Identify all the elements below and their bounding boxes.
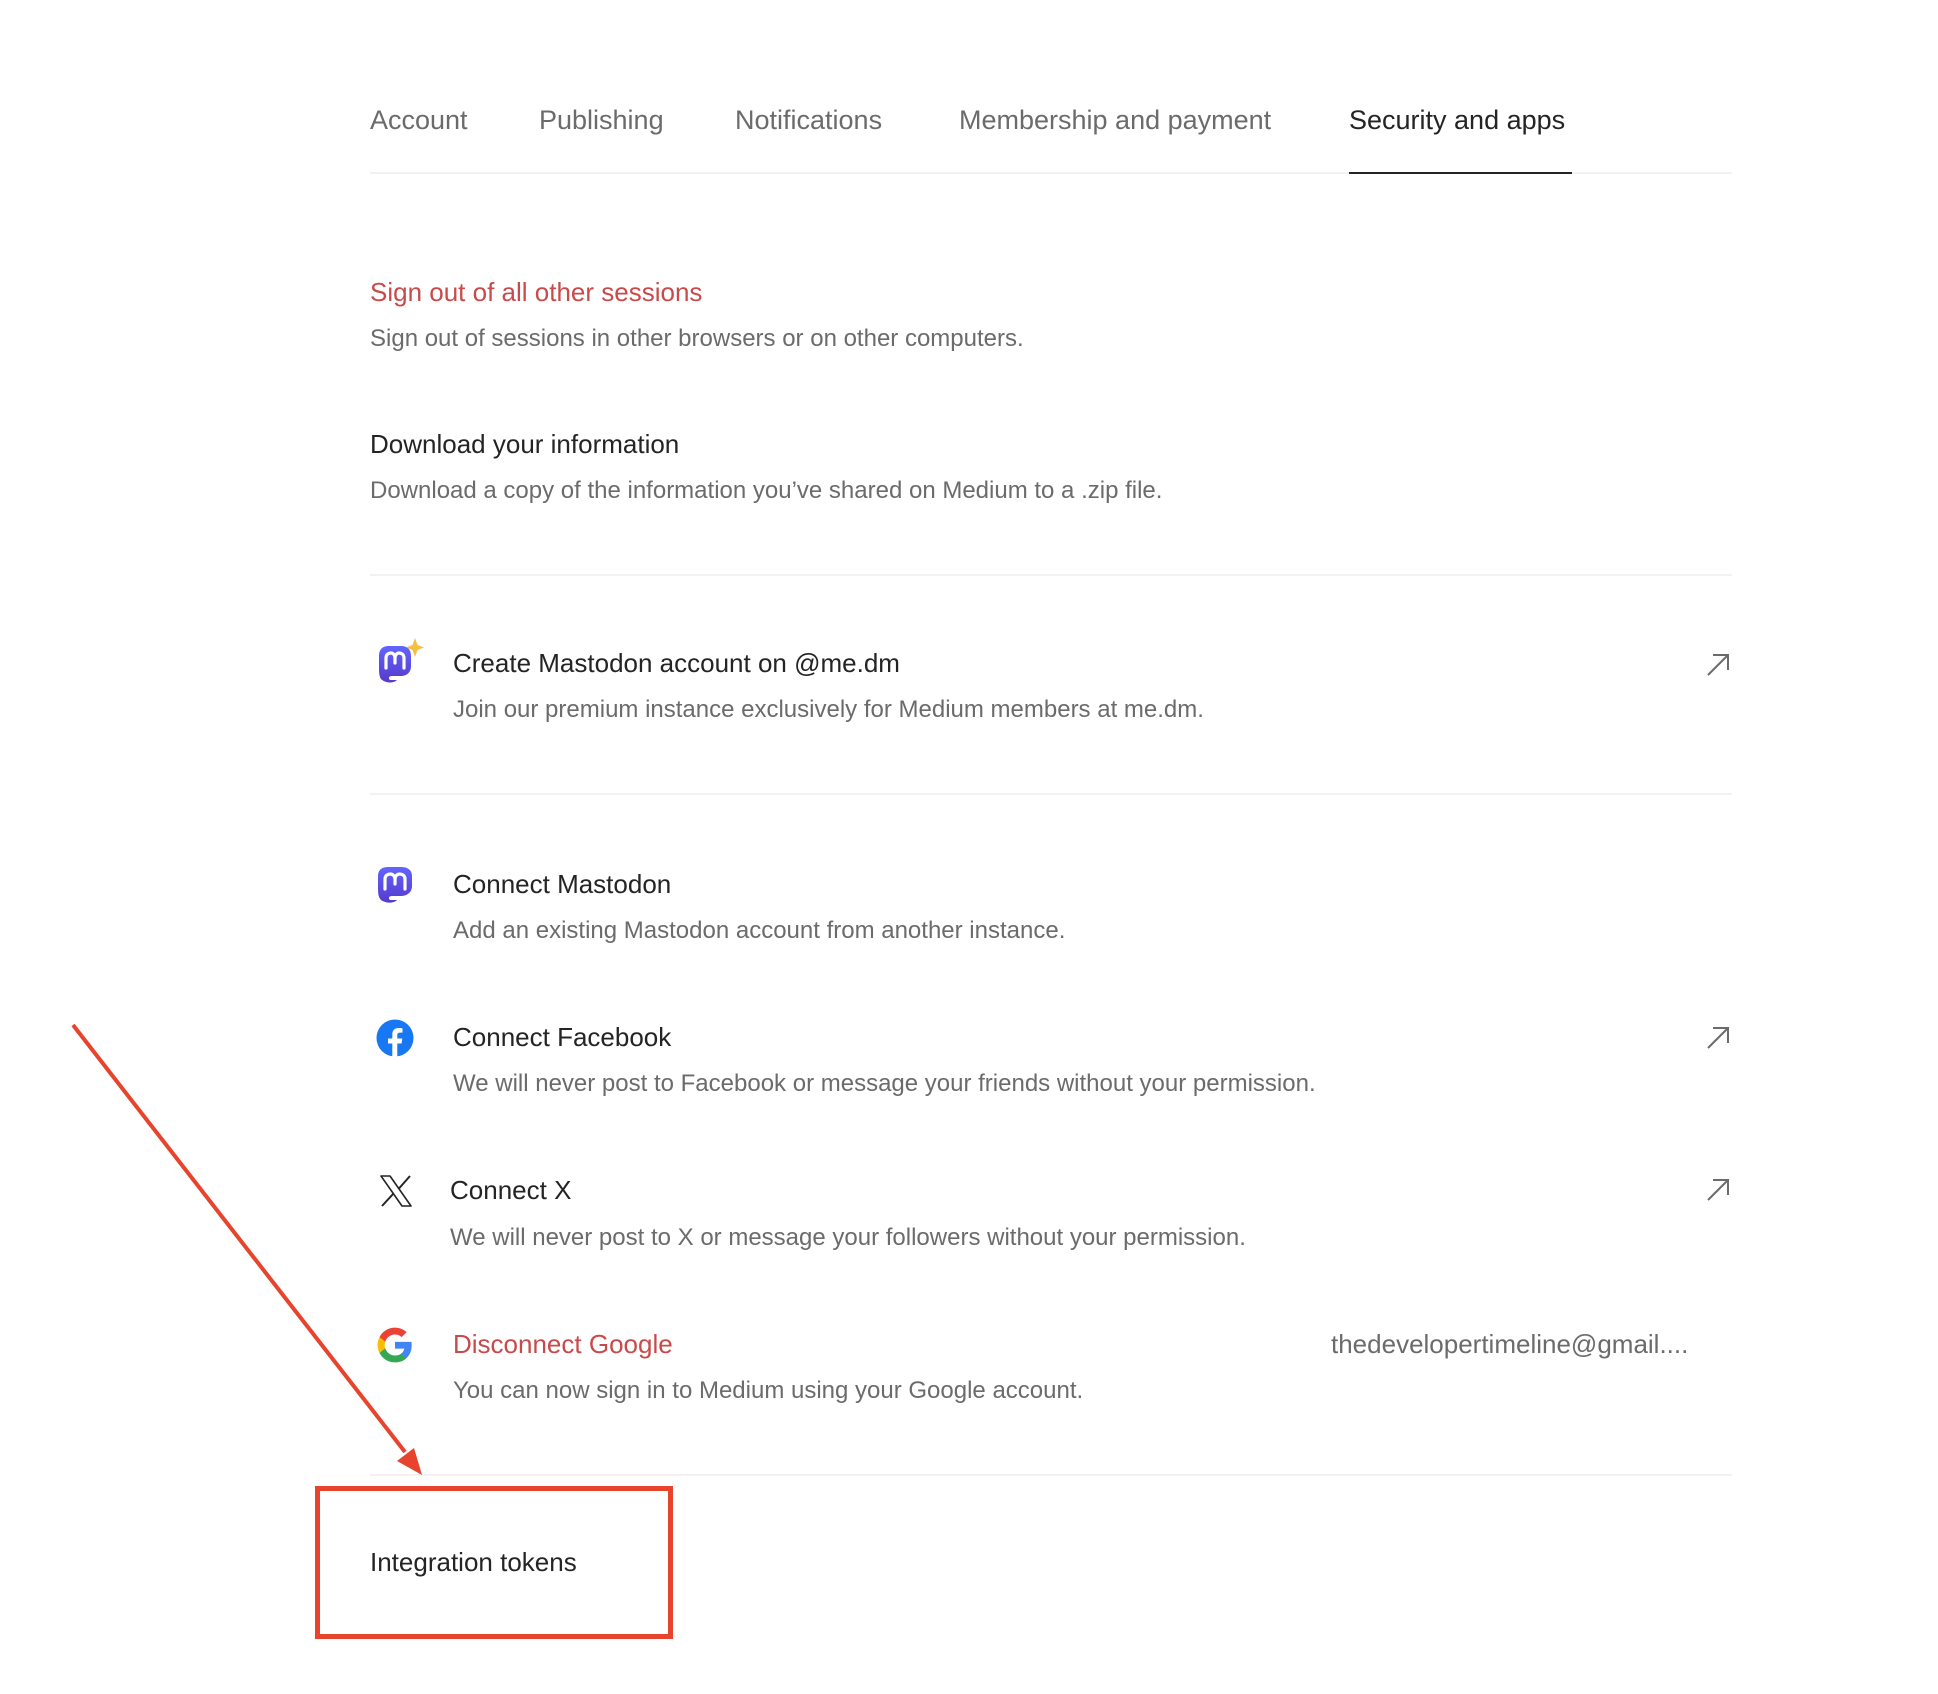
annotation-highlight-box — [315, 1486, 673, 1639]
download-information-description: Download a copy of the information you’v… — [370, 477, 1163, 504]
annotation-arrow-shaft — [71, 1023, 407, 1454]
section-divider — [370, 793, 1732, 795]
google-icon — [377, 1327, 412, 1363]
tab-account[interactable]: Account — [370, 100, 468, 140]
google-account-email: thedevelopertimeline@gmail.... — [1331, 1329, 1689, 1359]
x-icon — [380, 1175, 412, 1207]
external-link-arrow-icon[interactable] — [1705, 1025, 1731, 1051]
connect-x-description: We will never post to X or message your … — [450, 1224, 1246, 1251]
connect-mastodon-description: Add an existing Mastodon account from an… — [453, 917, 1066, 944]
connect-x-title[interactable]: Connect X — [450, 1173, 571, 1207]
section-divider — [370, 1474, 1732, 1476]
tab-notifications[interactable]: Notifications — [735, 100, 882, 140]
settings-tabs: Account Publishing Notifications Members… — [370, 100, 1732, 174]
connect-mastodon-title[interactable]: Connect Mastodon — [453, 867, 671, 901]
external-link-arrow-icon[interactable] — [1705, 1177, 1731, 1203]
section-divider — [370, 574, 1732, 576]
tab-security-and-apps[interactable]: Security and apps — [1349, 100, 1565, 140]
annotation-arrow-head — [397, 1448, 422, 1475]
facebook-icon — [376, 1019, 414, 1057]
mastodon-icon — [378, 867, 412, 903]
disconnect-google-button[interactable]: Disconnect Google — [453, 1327, 673, 1361]
mastodon-sparkle-icon — [379, 638, 424, 683]
annotation-arrow — [71, 1023, 422, 1475]
connect-facebook-title[interactable]: Connect Facebook — [453, 1020, 671, 1054]
sign-out-all-sessions-button[interactable]: Sign out of all other sessions — [370, 275, 702, 309]
sign-out-description: Sign out of sessions in other browsers o… — [370, 325, 1024, 352]
connect-facebook-description: We will never post to Facebook or messag… — [453, 1070, 1316, 1097]
download-information-button[interactable]: Download your information — [370, 427, 679, 461]
tab-publishing[interactable]: Publishing — [539, 100, 664, 140]
disconnect-google-description: You can now sign in to Medium using your… — [453, 1377, 1084, 1404]
create-mastodon-description: Join our premium instance exclusively fo… — [453, 696, 1204, 723]
create-mastodon-title[interactable]: Create Mastodon account on @me.dm — [453, 646, 900, 680]
active-tab-indicator — [1349, 172, 1572, 174]
tab-membership-and-payment[interactable]: Membership and payment — [959, 100, 1271, 140]
external-link-arrow-icon[interactable] — [1705, 652, 1731, 678]
